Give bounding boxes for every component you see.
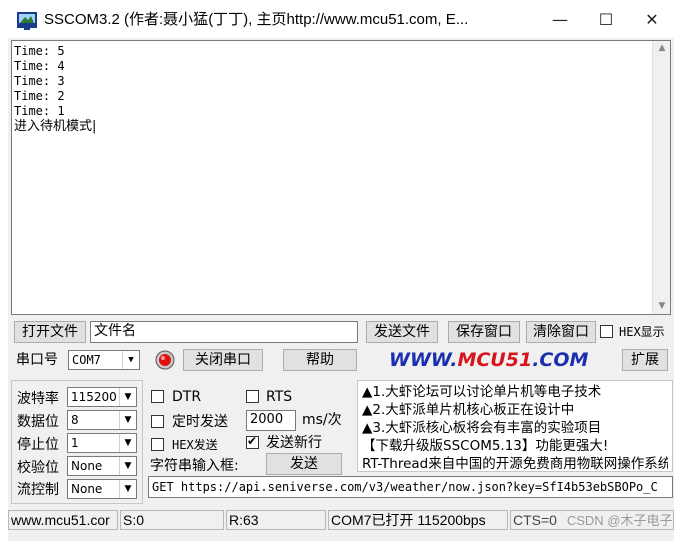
- csdn-watermark: CSDN @木子电子: [566, 513, 673, 528]
- dtr-checkbox[interactable]: [151, 390, 164, 403]
- status-cts: CTS=0 CSDN @木子电子: [510, 510, 674, 530]
- hex-display-checkbox[interactable]: [600, 325, 613, 338]
- rts-checkbox[interactable]: [246, 390, 259, 403]
- status-received-count: R:63: [226, 510, 326, 530]
- receive-textarea[interactable]: Time: 5 Time: 4 Time: 3 Time: 2 Time: 1 …: [11, 40, 671, 315]
- data-bits-select[interactable]: 8 ▼: [67, 410, 137, 430]
- receive-line: Time: 4: [14, 59, 65, 73]
- flow-control-value: None: [71, 482, 103, 496]
- parity-label: 校验位: [17, 460, 59, 476]
- status-bar: www.mcu51.cor S:0 R:63 COM7已打开 115200bps…: [8, 508, 674, 532]
- receive-line: Time: 1: [14, 104, 65, 118]
- send-button[interactable]: 发送: [266, 453, 342, 475]
- save-window-button[interactable]: 保存窗口: [448, 321, 520, 343]
- news-line[interactable]: 【下载升级版SSCOM5.13】功能更强大!: [362, 437, 668, 455]
- filename-field[interactable]: 文件名: [90, 321, 358, 343]
- help-button[interactable]: 帮助: [283, 349, 357, 371]
- stop-bits-select[interactable]: 1 ▼: [67, 433, 137, 453]
- timed-send-checkbox[interactable]: [151, 415, 164, 428]
- news-line[interactable]: RT-Thread来自中国的开源免费商用物联网操作系统: [362, 455, 668, 471]
- vertical-scrollbar[interactable]: ▲ ▼: [652, 41, 670, 314]
- port-status-led-icon: [155, 350, 175, 370]
- send-newline-label: 发送新行: [266, 435, 322, 451]
- banner-www: WWW.: [389, 349, 458, 371]
- status-port-state: COM7已打开 115200bps: [328, 510, 508, 530]
- receive-line: Time: 5: [14, 44, 65, 58]
- string-input-field[interactable]: GET https://api.seniverse.com/v3/weather…: [148, 476, 673, 498]
- receive-line: 进入待机模式|: [14, 119, 97, 134]
- chevron-down-icon: ▼: [119, 480, 136, 498]
- send-newline-checkbox[interactable]: [246, 434, 259, 449]
- interval-field[interactable]: 2000: [246, 410, 296, 431]
- chevron-down-icon: ▼: [119, 411, 136, 429]
- flow-control-select[interactable]: None ▼: [67, 479, 137, 499]
- baud-select[interactable]: 115200 ▼: [67, 387, 137, 407]
- dtr-label: DTR: [172, 389, 202, 405]
- data-bits-label: 数据位: [17, 414, 59, 430]
- banner-com: .COM: [532, 349, 589, 371]
- status-site: www.mcu51.cor: [8, 510, 118, 530]
- receive-line: Time: 3: [14, 74, 65, 88]
- mcu51-banner[interactable]: WWW.MCU51.COM: [389, 347, 609, 373]
- news-line[interactable]: ▲1.大虾论坛可以讨论单片机等电子技术: [362, 383, 668, 401]
- rts-label: RTS: [266, 389, 293, 405]
- port-select[interactable]: COM7 ▼: [68, 350, 140, 370]
- stop-bits-label: 停止位: [17, 437, 59, 453]
- open-file-button[interactable]: 打开文件: [14, 321, 86, 343]
- hex-display-label: HEX显示: [619, 325, 665, 339]
- send-file-button[interactable]: 发送文件: [366, 321, 438, 343]
- string-input-label: 字符串输入框:: [150, 458, 239, 474]
- receive-line: Time: 2: [14, 89, 65, 103]
- app-icon: [16, 9, 38, 31]
- minimize-icon: —: [552, 9, 568, 29]
- clear-window-button[interactable]: 清除窗口: [526, 321, 596, 343]
- port-value: COM7: [72, 353, 101, 367]
- port-label: 串口号: [16, 352, 58, 368]
- hex-send-checkbox[interactable]: [151, 438, 164, 451]
- close-button[interactable]: ✕: [629, 0, 675, 38]
- status-cts-value: CTS=0: [513, 512, 557, 528]
- hex-send-label: HEX发送: [172, 438, 218, 452]
- chevron-down-icon: ▼: [119, 457, 136, 475]
- banner-mcu51: MCU51: [457, 349, 533, 371]
- baud-value: 115200: [71, 390, 117, 404]
- parity-select[interactable]: None ▼: [67, 456, 137, 476]
- maximize-button[interactable]: ☐: [583, 0, 629, 38]
- close-icon: ✕: [645, 9, 659, 29]
- scroll-up-icon[interactable]: ▲: [653, 41, 671, 55]
- chevron-down-icon: ▼: [122, 351, 139, 369]
- maximize-icon: ☐: [598, 9, 614, 29]
- stop-bits-value: 1: [71, 436, 79, 450]
- timed-send-label: 定时发送: [172, 414, 228, 430]
- title-bar: SSCOM3.2 (作者:聂小猛(丁丁), 主页http://www.mcu51…: [0, 0, 683, 38]
- chevron-down-icon: ▼: [119, 388, 136, 406]
- close-port-button[interactable]: 关闭串口: [183, 349, 263, 371]
- status-sent-count: S:0: [120, 510, 224, 530]
- news-line[interactable]: ▲3.大虾派核心板将会有丰富的实验项目: [362, 419, 668, 437]
- minimize-button[interactable]: —: [537, 0, 583, 38]
- parity-value: None: [71, 459, 103, 473]
- expand-button[interactable]: 扩展: [622, 349, 668, 371]
- flow-control-label: 流控制: [17, 482, 59, 498]
- chevron-down-icon: ▼: [119, 434, 136, 452]
- news-line[interactable]: ▲2.大虾派单片机核心板正在设计中: [362, 401, 668, 419]
- baud-label: 波特率: [17, 391, 59, 407]
- background-window-edge: [674, 38, 683, 541]
- window-title: SSCOM3.2 (作者:聂小猛(丁丁), 主页http://www.mcu51…: [44, 11, 469, 28]
- news-panel: ▲1.大虾论坛可以讨论单片机等电子技术 ▲2.大虾派单片机核心板正在设计中 ▲3…: [357, 380, 673, 472]
- interval-unit-label: ms/次: [302, 412, 342, 428]
- data-bits-value: 8: [71, 413, 79, 427]
- scroll-down-icon[interactable]: ▼: [653, 299, 671, 313]
